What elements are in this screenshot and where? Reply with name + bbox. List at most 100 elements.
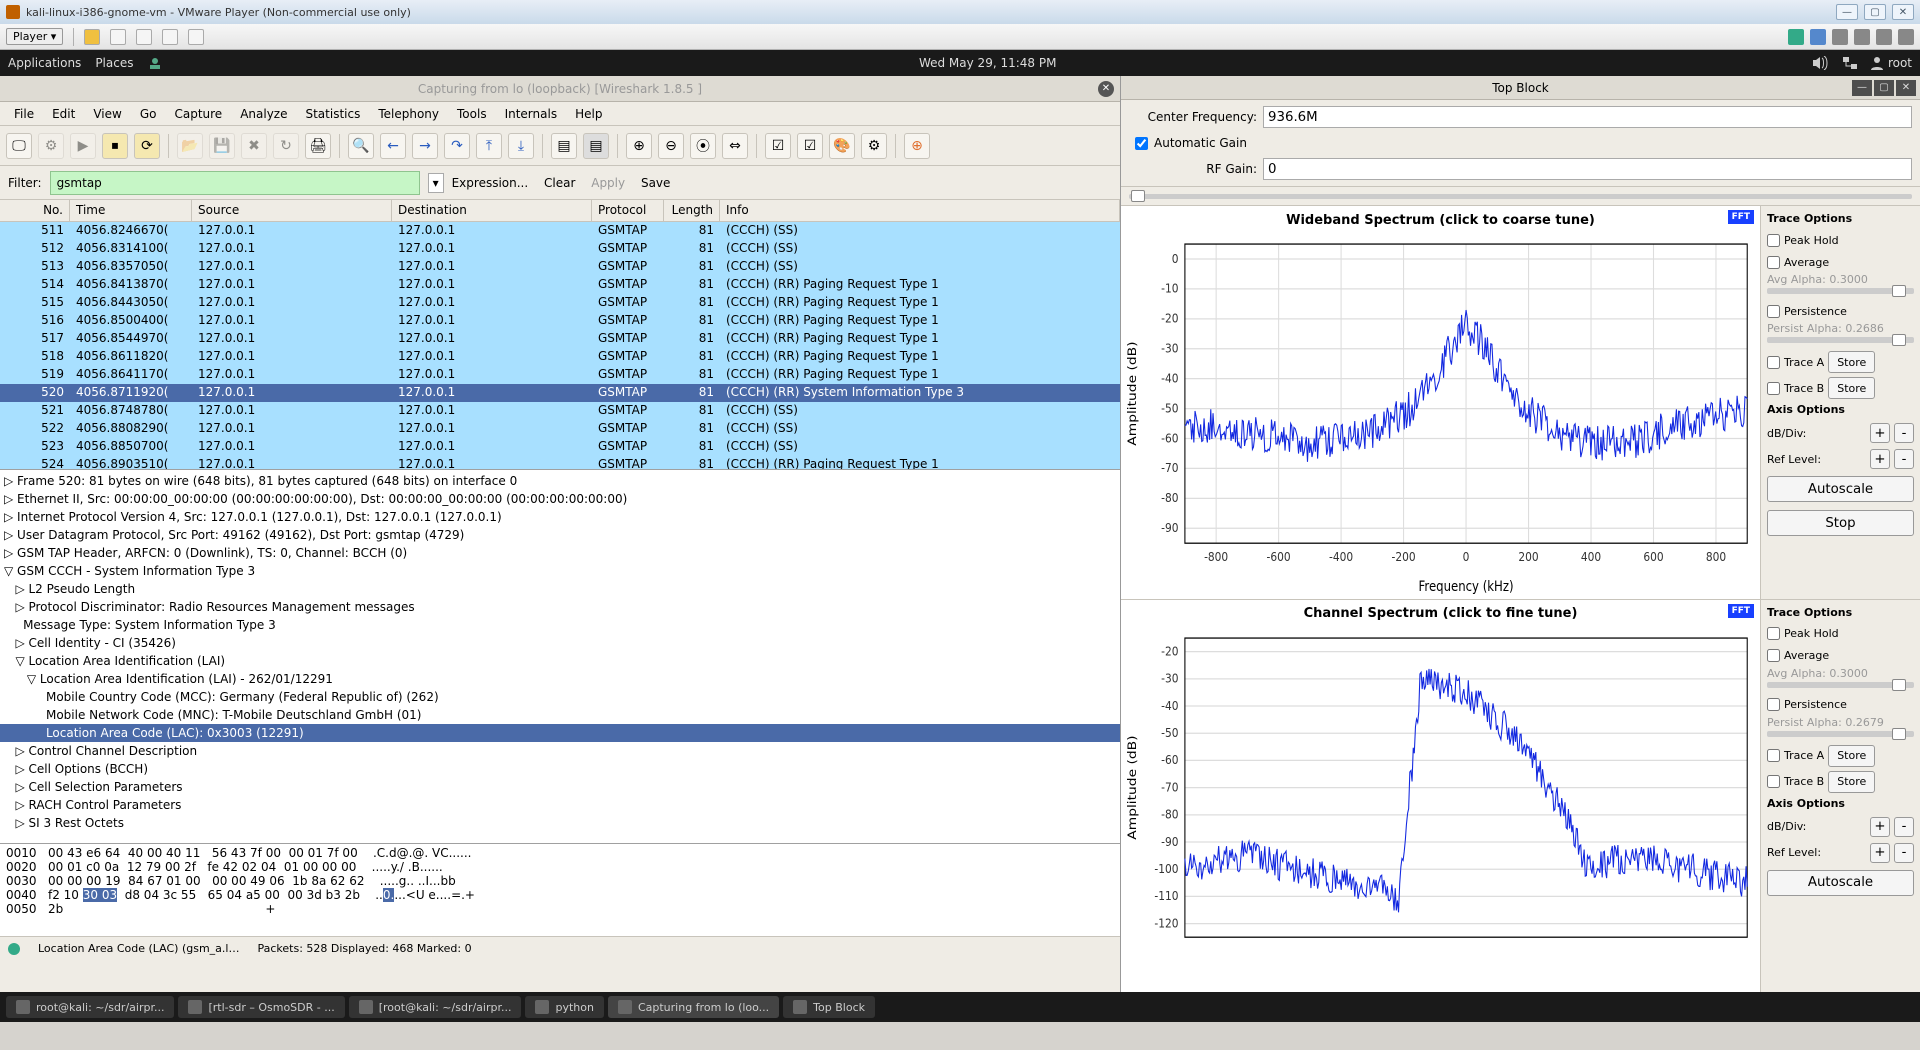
tree-row[interactable]: ▷ RACH Control Parameters: [0, 796, 1120, 814]
vmware-printer-icon[interactable]: [1876, 29, 1892, 45]
save-icon[interactable]: 💾: [209, 133, 235, 159]
wireshark-close-button[interactable]: ✕: [1098, 81, 1114, 97]
tree-row[interactable]: ▽ GSM CCCH - System Information Type 3: [0, 562, 1120, 580]
center-frequency-input[interactable]: [1263, 106, 1912, 128]
vmware-close-button[interactable]: ✕: [1892, 4, 1914, 20]
vmware-devices-icon[interactable]: [1788, 29, 1804, 45]
hex-row[interactable]: 0050 2b +: [6, 902, 1114, 916]
options-icon[interactable]: ⚙: [38, 133, 64, 159]
menu-view[interactable]: View: [85, 105, 129, 123]
interfaces-icon[interactable]: 🖵: [6, 133, 32, 159]
resize-columns-icon[interactable]: ⇔: [722, 133, 748, 159]
col-header-info[interactable]: Info: [720, 200, 1120, 221]
packet-row[interactable]: 5134056.8357050(127.0.0.1127.0.0.1GSMTAP…: [0, 258, 1120, 276]
tree-row[interactable]: ▷ SI 3 Rest Octets: [0, 814, 1120, 832]
go-last-icon[interactable]: ⤓: [508, 133, 534, 159]
filter-apply-button[interactable]: Apply: [591, 176, 625, 190]
rf-gain-input[interactable]: [1263, 158, 1912, 180]
hex-row[interactable]: 0010 00 43 e6 64 40 00 40 11 56 43 7f 00…: [6, 846, 1114, 860]
filter-dropdown-button[interactable]: ▾: [428, 173, 444, 193]
gnome-app-icon[interactable]: [147, 56, 163, 70]
restart-capture-icon[interactable]: ⟳: [134, 133, 160, 159]
fft-badge[interactable]: FFT: [1728, 210, 1754, 224]
prefs-icon[interactable]: ⚙: [861, 133, 887, 159]
tree-row[interactable]: ▷ Ethernet II, Src: 00:00:00_00:00:00 (0…: [0, 490, 1120, 508]
print-icon[interactable]: 🖨: [305, 133, 331, 159]
packet-row[interactable]: 5204056.8711920(127.0.0.1127.0.0.1GSMTAP…: [0, 384, 1120, 402]
zoom-out-icon[interactable]: ⊖: [658, 133, 684, 159]
tree-row[interactable]: ▷ L2 Pseudo Length: [0, 580, 1120, 598]
hex-row[interactable]: 0030 00 00 00 19 84 67 01 00 00 00 49 06…: [6, 874, 1114, 888]
persistence-checkbox[interactable]: [1767, 305, 1780, 318]
autoscale-button[interactable]: Autoscale: [1767, 476, 1914, 502]
trace-a-checkbox[interactable]: [1767, 749, 1780, 762]
col-header-length[interactable]: Length: [664, 200, 720, 221]
go-to-icon[interactable]: ↷: [444, 133, 470, 159]
filter-clear-button[interactable]: Clear: [544, 176, 575, 190]
vmware-fullscreen-icon[interactable]: [162, 29, 178, 45]
go-forward-icon[interactable]: →: [412, 133, 438, 159]
menu-file[interactable]: File: [6, 105, 42, 123]
menu-edit[interactable]: Edit: [44, 105, 83, 123]
coloring-rules-icon[interactable]: 🎨: [829, 133, 855, 159]
tree-row[interactable]: Message Type: System Information Type 3: [0, 616, 1120, 634]
packet-details-pane[interactable]: ▷ Frame 520: 81 bytes on wire (648 bits)…: [0, 470, 1120, 844]
stop-capture-icon[interactable]: ⏹: [102, 133, 128, 159]
open-icon[interactable]: 📂: [177, 133, 203, 159]
go-back-icon[interactable]: ←: [380, 133, 406, 159]
tree-row[interactable]: Location Area Code (LAC): 0x3003 (12291): [0, 724, 1120, 742]
vmware-sound-icon[interactable]: [1832, 29, 1848, 45]
go-first-icon[interactable]: ⤒: [476, 133, 502, 159]
menu-statistics[interactable]: Statistics: [297, 105, 368, 123]
persistence-checkbox[interactable]: [1767, 698, 1780, 711]
peak-hold-checkbox[interactable]: [1767, 234, 1780, 247]
tree-row[interactable]: ▷ User Datagram Protocol, Src Port: 4916…: [0, 526, 1120, 544]
tree-row[interactable]: ▽ Location Area Identification (LAI) - 2…: [0, 670, 1120, 688]
col-header-no[interactable]: No.: [0, 200, 70, 221]
vmware-player-menu[interactable]: Player ▾: [6, 28, 63, 45]
packet-row[interactable]: 5114056.8246670(127.0.0.1127.0.0.1GSMTAP…: [0, 222, 1120, 240]
packet-row[interactable]: 5184056.8611820(127.0.0.1127.0.0.1GSMTAP…: [0, 348, 1120, 366]
gnome-places-menu[interactable]: Places: [95, 56, 133, 70]
capture-filters-icon[interactable]: ☑: [765, 133, 791, 159]
spectrum-chart[interactable]: Channel Spectrum (click to fine tune)FFT…: [1121, 600, 1760, 993]
taskbar-item[interactable]: Top Block: [783, 996, 875, 1018]
peak-hold-checkbox[interactable]: [1767, 627, 1780, 640]
taskbar-item[interactable]: root@kali: ~/sdr/airpr...: [6, 996, 174, 1018]
gnome-clock[interactable]: Wed May 29, 11:48 PM: [163, 56, 1811, 70]
taskbar-item[interactable]: [root@kali: ~/sdr/airpr...: [349, 996, 522, 1018]
vmware-unity-icon[interactable]: [188, 29, 204, 45]
expert-info-icon[interactable]: [8, 943, 20, 955]
taskbar-item[interactable]: Capturing from lo (loo...: [608, 996, 779, 1018]
tree-row[interactable]: ▷ Cell Options (BCCH): [0, 760, 1120, 778]
col-header-protocol[interactable]: Protocol: [592, 200, 664, 221]
col-header-time[interactable]: Time: [70, 200, 192, 221]
average-checkbox[interactable]: [1767, 649, 1780, 662]
avg-alpha-slider[interactable]: [1767, 288, 1914, 294]
vmware-usb-icon[interactable]: [1854, 29, 1870, 45]
tree-row[interactable]: ▷ Frame 520: 81 bytes on wire (648 bits)…: [0, 472, 1120, 490]
ref-plus-button[interactable]: +: [1870, 843, 1890, 863]
tree-row[interactable]: ▷ GSM TAP Header, ARFCN: 0 (Downlink), T…: [0, 544, 1120, 562]
zoom-in-icon[interactable]: ⊕: [626, 133, 652, 159]
vmware-tool-icon[interactable]: [110, 29, 126, 45]
hex-row[interactable]: 0020 00 01 c0 0a 12 79 00 2f fe 42 02 04…: [6, 860, 1114, 874]
vmware-minimize-button[interactable]: —: [1836, 4, 1858, 20]
spectrum-chart[interactable]: Wideband Spectrum (click to coarse tune)…: [1121, 206, 1760, 599]
db-plus-button[interactable]: +: [1870, 817, 1890, 837]
vmware-maximize-button[interactable]: ▢: [1864, 4, 1886, 20]
filter-save-button[interactable]: Save: [641, 176, 670, 190]
menu-internals[interactable]: Internals: [497, 105, 566, 123]
filter-input[interactable]: [50, 171, 420, 195]
menu-telephony[interactable]: Telephony: [370, 105, 447, 123]
hex-row[interactable]: 0040 f2 10 30 03 d8 04 3c 55 65 04 a5 00…: [6, 888, 1114, 902]
trace-b-store-button[interactable]: Store: [1828, 377, 1875, 399]
persist-alpha-slider[interactable]: [1767, 337, 1914, 343]
help-icon[interactable]: ⊕: [904, 133, 930, 159]
filter-expression-button[interactable]: Expression...: [452, 176, 529, 190]
col-header-source[interactable]: Source: [192, 200, 392, 221]
menu-go[interactable]: Go: [132, 105, 165, 123]
trace-b-checkbox[interactable]: [1767, 382, 1780, 395]
trace-a-checkbox[interactable]: [1767, 356, 1780, 369]
trace-a-store-button[interactable]: Store: [1828, 351, 1875, 373]
